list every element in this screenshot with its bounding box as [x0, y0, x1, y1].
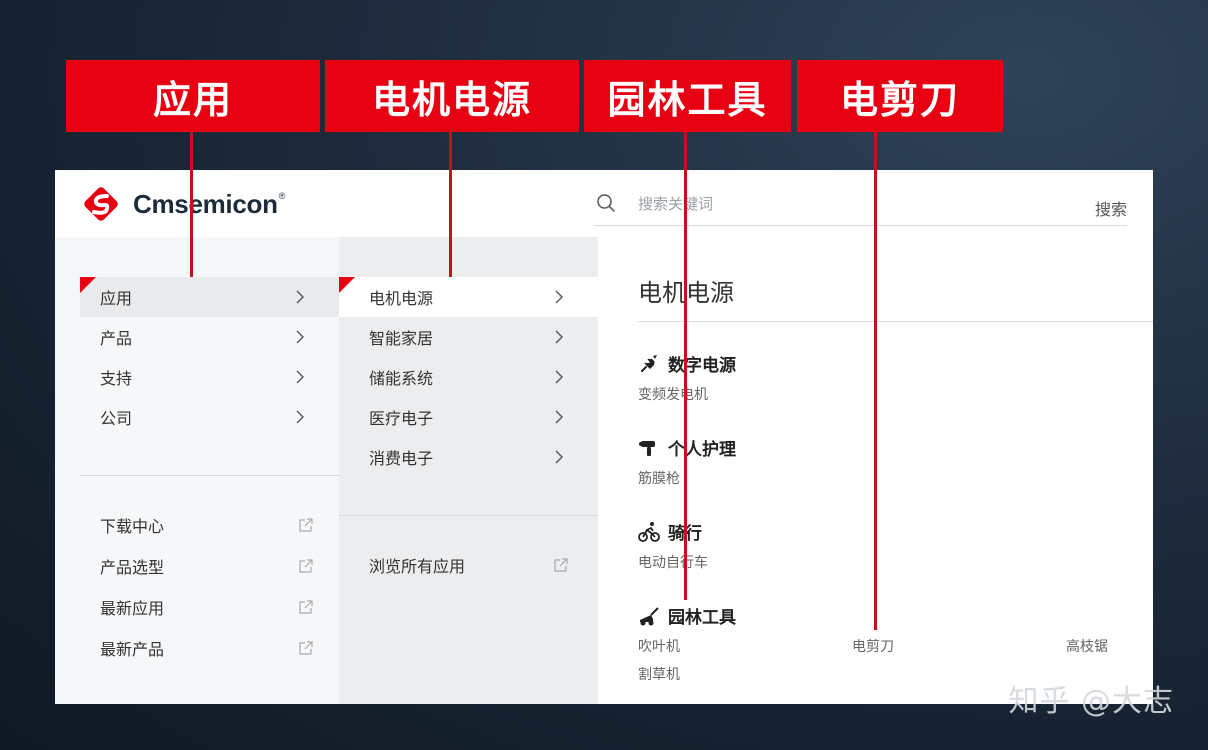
category-label: 园林工具 — [668, 608, 736, 628]
external-link-icon — [554, 558, 568, 572]
external-link-icon — [299, 600, 313, 614]
menu-item-application[interactable]: 应用 — [80, 277, 339, 317]
cyclist-icon — [638, 521, 660, 542]
link-label: 下载中心 — [100, 517, 165, 536]
primary-menu-column: 应用 产品 支持 公司 下载中心 产品选型 最新应用 最新产品 — [55, 237, 339, 704]
detail-divider — [638, 321, 1153, 322]
link-label: 浏览所有应用 — [369, 557, 466, 576]
menu-divider — [339, 515, 598, 516]
chevron-right-icon — [555, 410, 563, 424]
menu-item-support[interactable]: 支持 — [80, 357, 339, 397]
category-label: 个人护理 — [668, 440, 736, 460]
menu-item-medical-electronics[interactable]: 医疗电子 — [339, 397, 598, 437]
connector-line-motor-power — [449, 132, 452, 277]
navigation-panel: Cmsemicon® 搜索 应用 产品 支持 公司 — [55, 170, 1153, 704]
menu-item-label: 智能家居 — [369, 329, 434, 348]
search-input[interactable] — [638, 191, 1018, 217]
crumb-electric-scissors: 电剪刀 — [797, 60, 1003, 132]
external-link-icon — [299, 559, 313, 573]
link-label: 产品选型 — [100, 558, 165, 577]
menu-item-label: 储能系统 — [369, 369, 434, 388]
external-link-icon — [299, 641, 313, 655]
menu-item-label: 产品 — [100, 329, 133, 348]
logo-icon — [84, 187, 118, 221]
menu-item-motor-power[interactable]: 电机电源 — [339, 277, 598, 317]
link-latest-applications[interactable]: 最新应用 — [80, 587, 314, 627]
subitem-e-bike[interactable]: 电动自行车 — [638, 552, 708, 572]
chevron-right-icon — [555, 290, 563, 304]
crumb-motor-power: 电机电源 — [325, 60, 579, 132]
menu-item-label: 医疗电子 — [369, 409, 434, 428]
chevron-right-icon — [296, 330, 304, 344]
secondary-menu-column: 电机电源 智能家居 储能系统 医疗电子 消费电子 浏览所有应用 — [339, 237, 598, 704]
menu-item-label: 消费电子 — [369, 449, 434, 468]
category-label: 数字电源 — [668, 356, 736, 376]
chevron-right-icon — [296, 410, 304, 424]
link-browse-all-applications[interactable]: 浏览所有应用 — [339, 545, 569, 585]
chevron-right-icon — [555, 450, 563, 464]
search-icon — [597, 194, 615, 212]
external-link-icon — [299, 518, 313, 532]
category-digital-power[interactable]: 数字电源 — [638, 351, 736, 376]
brand-logo[interactable]: Cmsemicon® — [81, 184, 285, 224]
crumb-application: 应用 — [66, 60, 320, 132]
chevron-right-icon — [555, 330, 563, 344]
massage-gun-icon — [639, 440, 655, 456]
search-button[interactable]: 搜索 — [1095, 196, 1127, 220]
subitem-pole-saw[interactable]: 高枝锯 — [1066, 636, 1108, 656]
header-bar: Cmsemicon® 搜索 — [55, 170, 1153, 237]
menu-item-smart-home[interactable]: 智能家居 — [339, 317, 598, 357]
link-download-center[interactable]: 下载中心 — [80, 505, 314, 545]
watermark: 知乎 @大志 — [1008, 684, 1174, 719]
active-indicator — [339, 277, 355, 293]
link-latest-products[interactable]: 最新产品 — [80, 628, 314, 668]
chevron-right-icon — [555, 370, 563, 384]
subitem-massage-gun[interactable]: 筋膜枪 — [638, 468, 680, 488]
lawn-mower-icon — [640, 606, 659, 625]
chevron-right-icon — [296, 290, 304, 304]
link-label: 最新产品 — [100, 640, 165, 659]
active-indicator — [80, 277, 96, 293]
subitem-lawn-mower[interactable]: 割草机 — [638, 664, 680, 684]
subitem-inverter-generator[interactable]: 变频发电机 — [638, 384, 708, 404]
menu-item-label: 公司 — [100, 409, 133, 428]
subitem-electric-scissors[interactable]: 电剪刀 — [852, 636, 894, 656]
link-product-selection[interactable]: 产品选型 — [80, 546, 314, 586]
crumb-garden-tools: 园林工具 — [584, 60, 791, 132]
menu-item-label: 支持 — [100, 369, 133, 388]
connector-line-application — [190, 132, 193, 277]
menu-item-company[interactable]: 公司 — [80, 397, 339, 437]
chevron-right-icon — [296, 370, 304, 384]
subitem-leaf-blower[interactable]: 吹叶机 — [638, 636, 680, 656]
category-garden-tools[interactable]: 园林工具 — [638, 603, 736, 628]
connector-line-electric-scissors — [874, 132, 877, 630]
menu-divider — [80, 475, 339, 476]
connector-line-garden-tools — [684, 132, 687, 600]
menu-item-energy-storage[interactable]: 储能系统 — [339, 357, 598, 397]
category-personal-care[interactable]: 个人护理 — [638, 435, 736, 460]
search-bar: 搜索 — [594, 190, 1127, 226]
link-label: 最新应用 — [100, 599, 165, 618]
category-cycling[interactable]: 骑行 — [638, 519, 702, 544]
plug-icon — [641, 354, 657, 372]
menu-item-consumer-electronics[interactable]: 消费电子 — [339, 437, 598, 477]
menu-item-product[interactable]: 产品 — [80, 317, 339, 357]
logo-text: Cmsemicon® — [133, 188, 286, 219]
